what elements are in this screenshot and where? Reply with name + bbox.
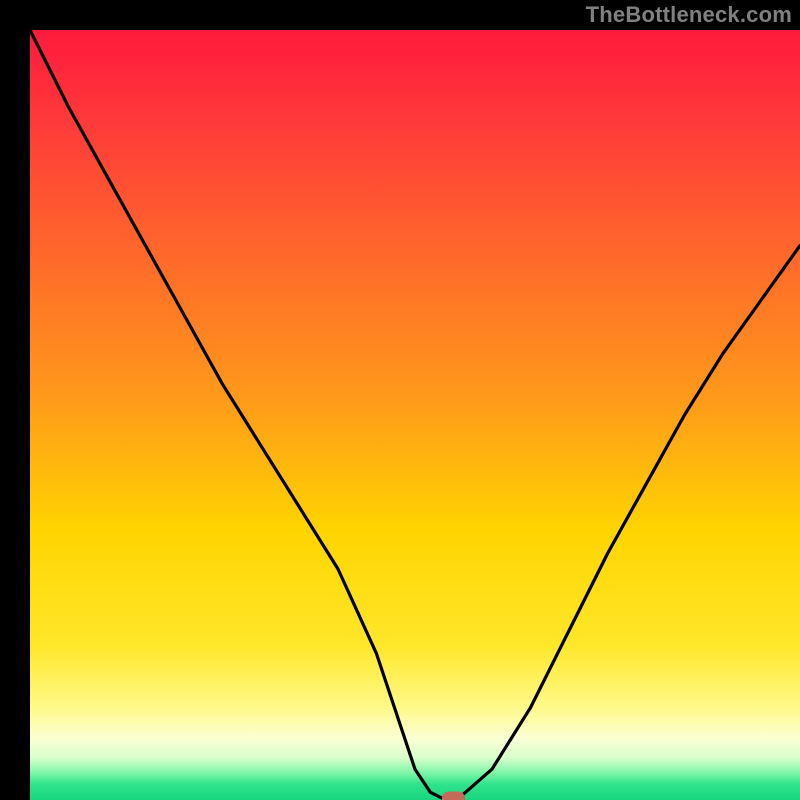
optimal-marker	[442, 792, 465, 800]
plot-area	[30, 30, 800, 800]
bottleneck-curve-chart	[30, 30, 800, 800]
bottleneck-chart-page: TheBottleneck.com	[0, 0, 800, 800]
watermark-text: TheBottleneck.com	[586, 2, 792, 28]
